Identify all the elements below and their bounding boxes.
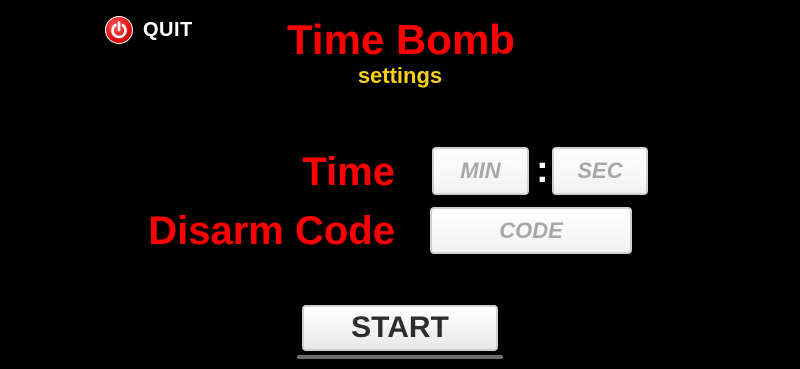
seconds-input[interactable] xyxy=(552,147,648,195)
disarm-code-input[interactable] xyxy=(430,207,632,254)
settings-screen: QUIT Time Bomb settings Time : Disarm Co… xyxy=(0,0,800,369)
time-separator: : xyxy=(536,149,549,191)
minutes-input[interactable] xyxy=(432,147,529,195)
disarm-code-label: Disarm Code xyxy=(148,209,395,253)
page-subtitle: settings xyxy=(357,63,443,88)
start-button[interactable]: START xyxy=(302,305,498,351)
time-label: Time xyxy=(302,150,395,194)
home-indicator[interactable] xyxy=(297,355,503,359)
page-title: Time Bomb xyxy=(287,16,515,63)
